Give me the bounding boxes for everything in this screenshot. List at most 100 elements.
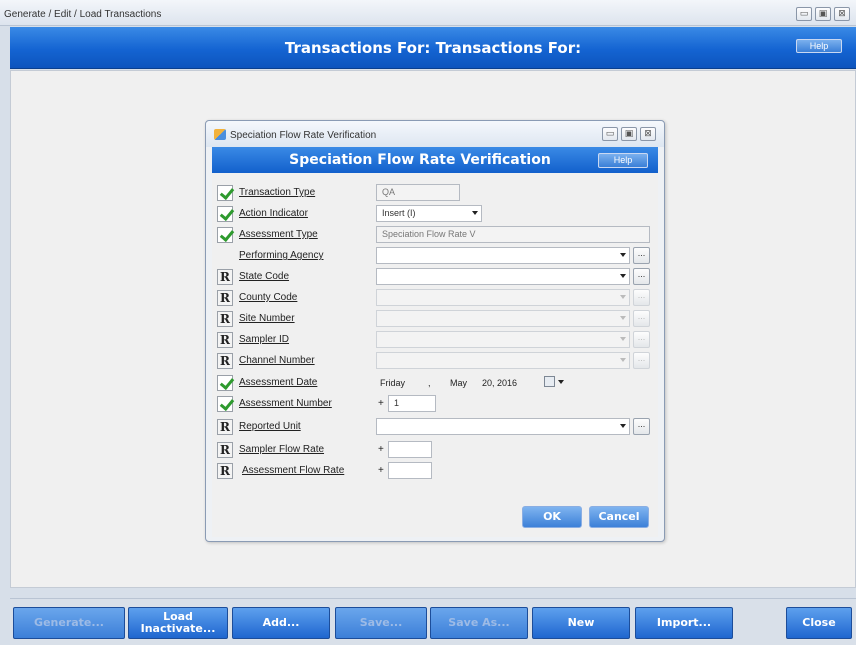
page-banner: Transactions For: Transactions For: Help <box>10 27 856 69</box>
check-icon <box>217 206 233 222</box>
add-button[interactable]: Add... <box>232 607 330 639</box>
sampler-flow-rate-input[interactable] <box>388 441 432 458</box>
row-sampler-id: R Sampler ID ... <box>212 330 658 350</box>
required-r-icon: R <box>217 290 233 306</box>
row-assessment-flow-rate: R Assessment Flow Rate + <box>212 461 658 481</box>
performing-agency-select[interactable] <box>376 247 630 264</box>
date-month: May <box>450 378 468 388</box>
check-icon <box>217 375 233 391</box>
reported-unit-select[interactable] <box>376 418 630 435</box>
state-code-label: State Code <box>239 271 290 282</box>
dialog-close-button[interactable]: ⊠ <box>640 127 656 141</box>
chevron-down-icon <box>472 211 478 215</box>
close-window-button[interactable]: ⊠ <box>834 7 850 21</box>
plus-sign: + <box>378 465 384 476</box>
chevron-down-icon <box>620 274 626 278</box>
date-day-year: 20, 2016 <box>482 378 518 388</box>
page-title: Transactions For: Transactions For: <box>284 39 582 57</box>
sampler-flow-rate-label: Sampler Flow Rate <box>239 444 325 455</box>
plus-sign: + <box>378 444 384 455</box>
performing-agency-browse-button[interactable]: ... <box>633 247 650 264</box>
calendar-icon[interactable] <box>544 376 555 387</box>
dialog-maximize-button[interactable]: ▣ <box>621 127 637 141</box>
generate-button[interactable]: Generate... <box>13 607 125 639</box>
ok-button[interactable]: OK <box>522 506 582 528</box>
inactivate-label: Inactivate... <box>140 622 216 635</box>
import-button[interactable]: Import... <box>635 607 733 639</box>
add-label: Add... <box>262 616 300 629</box>
action-indicator-value: Insert (I) <box>382 208 416 218</box>
required-r-icon: R <box>217 419 233 435</box>
dialog-title: Speciation Flow Rate Verification <box>230 130 377 141</box>
site-number-select[interactable] <box>376 310 630 327</box>
load-inactivate-button[interactable]: Load Inactivate... <box>128 607 228 639</box>
chevron-down-icon <box>620 424 626 428</box>
channel-number-browse-button[interactable]: ... <box>633 352 650 369</box>
assessment-date-label: Assessment Date <box>239 377 318 388</box>
check-icon <box>217 185 233 201</box>
required-r-icon: R <box>217 269 233 285</box>
dialog-banner-title: Speciation Flow Rate Verification <box>289 152 551 168</box>
required-r-icon: R <box>217 463 233 479</box>
sampler-id-label: Sampler ID <box>239 334 290 345</box>
row-assessment-number: Assessment Number + 1 <box>212 394 658 414</box>
assessment-type-field: Speciation Flow Rate V <box>376 226 650 243</box>
required-r-icon: R <box>217 311 233 327</box>
date-separator: , <box>428 378 431 388</box>
chevron-down-icon <box>620 295 626 299</box>
cancel-button[interactable]: Cancel <box>589 506 649 528</box>
row-assessment-date: Assessment Date Friday , May 20, 2016 <box>212 373 658 393</box>
import-label: Import... <box>656 616 712 629</box>
minimize-button[interactable]: ▭ <box>796 7 812 21</box>
chevron-down-icon <box>620 316 626 320</box>
required-r-icon: R <box>217 353 233 369</box>
assessment-type-label: Assessment Type <box>239 229 318 240</box>
generate-label: Generate... <box>34 616 104 629</box>
channel-number-select[interactable] <box>376 352 630 369</box>
chevron-down-icon <box>558 380 564 384</box>
row-reported-unit: R Reported Unit ... <box>212 417 658 437</box>
bottom-toolbar: Generate... Load Inactivate... Add... Sa… <box>10 598 856 645</box>
chevron-down-icon <box>620 253 626 257</box>
action-indicator-select[interactable]: Insert (I) <box>376 205 482 222</box>
assessment-flow-rate-input[interactable] <box>388 462 432 479</box>
dialog-titlebar: Speciation Flow Rate Verification ▭ ▣ ⊠ <box>206 121 664 147</box>
dialog-minimize-button[interactable]: ▭ <box>602 127 618 141</box>
maximize-button[interactable]: ▣ <box>815 7 831 21</box>
new-button[interactable]: New <box>532 607 630 639</box>
sampler-id-browse-button[interactable]: ... <box>633 331 650 348</box>
channel-number-label: Channel Number <box>239 355 315 366</box>
reported-unit-browse-button[interactable]: ... <box>633 418 650 435</box>
save-button[interactable]: Save... <box>335 607 427 639</box>
row-site-number: R Site Number ... <box>212 309 658 329</box>
save-as-button[interactable]: Save As... <box>430 607 528 639</box>
state-code-browse-button[interactable]: ... <box>633 268 650 285</box>
close-label: Close <box>802 616 836 629</box>
assessment-flow-rate-label: Assessment Flow Rate <box>242 465 345 476</box>
window-controls: ▭ ▣ ⊠ <box>796 7 850 21</box>
date-weekday: Friday <box>380 378 406 388</box>
site-number-browse-button[interactable]: ... <box>633 310 650 327</box>
county-code-browse-button[interactable]: ... <box>633 289 650 306</box>
load-label: Load <box>163 610 193 623</box>
dialog-form: Transaction Type QA Action Indicator Ins… <box>212 173 658 537</box>
dialog-help-button[interactable]: Help <box>598 153 648 168</box>
save-label: Save... <box>359 616 403 629</box>
row-assessment-type: Assessment Type Speciation Flow Rate V <box>212 225 658 245</box>
county-code-select[interactable] <box>376 289 630 306</box>
state-code-select[interactable] <box>376 268 630 285</box>
app-icon <box>214 129 226 140</box>
chevron-down-icon <box>620 337 626 341</box>
assessment-number-input[interactable]: 1 <box>388 395 436 412</box>
assessment-number-label: Assessment Number <box>239 398 332 409</box>
help-button[interactable]: Help <box>796 39 842 53</box>
plus-sign: + <box>378 398 384 409</box>
row-state-code: R State Code ... <box>212 267 658 287</box>
county-code-label: County Code <box>239 292 298 303</box>
transaction-type-field: QA <box>376 184 460 201</box>
transaction-type-label: Transaction Type <box>239 187 316 198</box>
new-label: New <box>567 616 595 629</box>
close-button[interactable]: Close <box>786 607 852 639</box>
assessment-date-picker[interactable]: Friday , May 20, 2016 <box>376 375 566 392</box>
sampler-id-select[interactable] <box>376 331 630 348</box>
